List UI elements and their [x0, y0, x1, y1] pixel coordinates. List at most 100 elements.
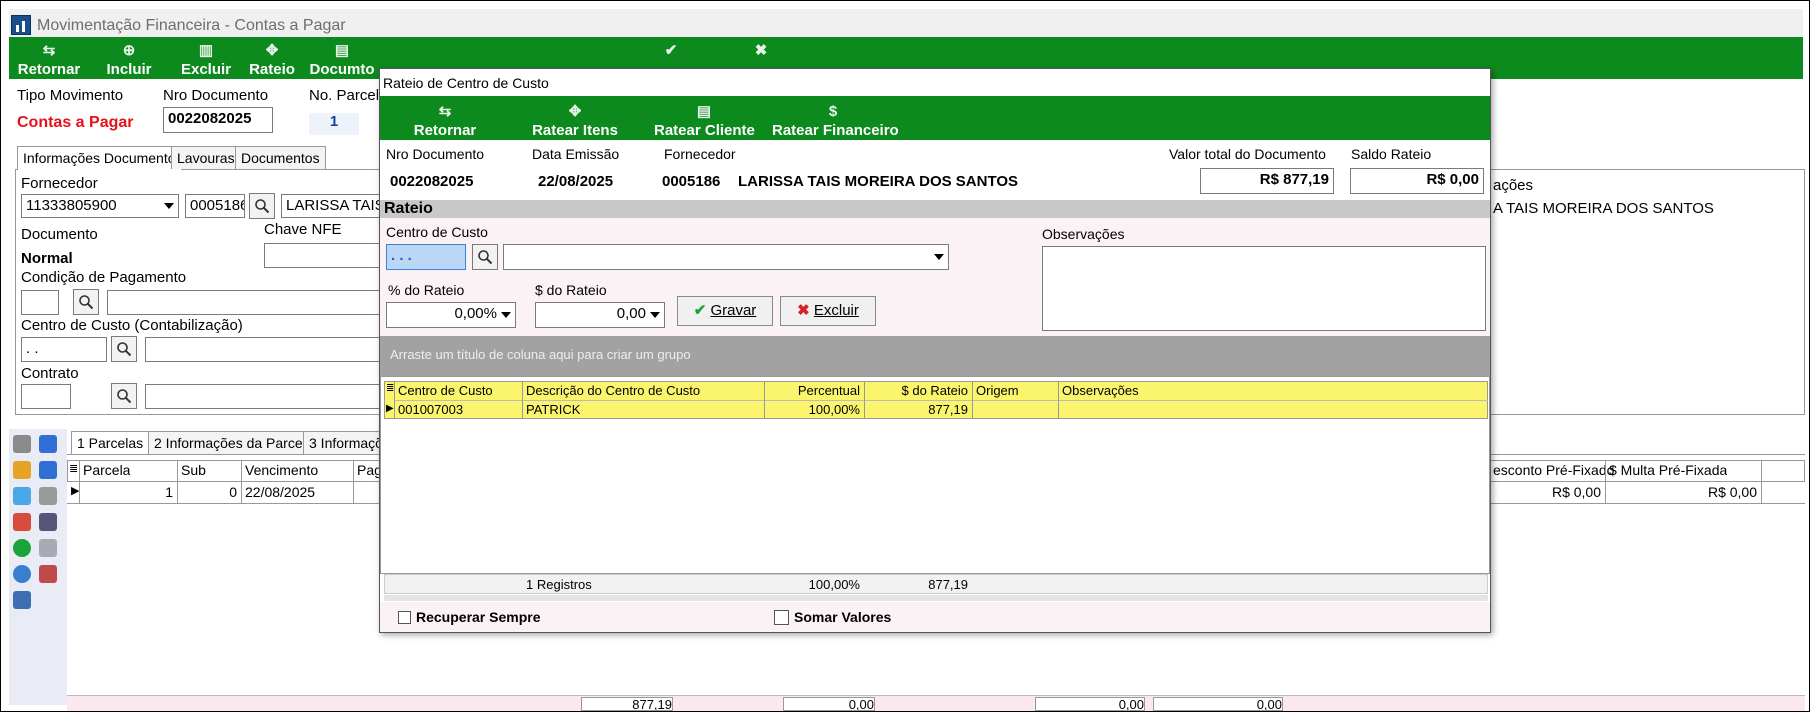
col-origem[interactable]: Origem — [976, 383, 1019, 398]
parcela-value: 1 — [309, 113, 359, 135]
search-icon — [79, 295, 94, 310]
somar-valores-checkbox[interactable] — [774, 610, 789, 625]
grid-header-divider — [394, 400, 1488, 401]
vencimento-cell[interactable]: 22/08/2025 — [245, 484, 315, 500]
tab-informacoes-3[interactable]: 3 Informaçõ — [303, 431, 389, 455]
centro-cell[interactable]: 001007003 — [398, 402, 463, 417]
recuperar-sempre-checkbox[interactable] — [398, 611, 411, 624]
documento-button[interactable]: ▤ Documto — [307, 41, 377, 78]
centro-custo-dialog-search-button[interactable] — [472, 244, 498, 270]
list-icon[interactable] — [39, 435, 57, 453]
col-observacoes[interactable]: Observações — [1062, 383, 1139, 398]
saldo-rateio-value: R$ 0,00 — [1350, 168, 1484, 194]
tab-lavouras[interactable]: Lavouras — [171, 146, 241, 169]
excluir-button[interactable]: ▥ Excluir — [177, 41, 235, 78]
centro-custo-dialog-label: Centro de Custo — [386, 224, 488, 240]
footer-bar — [67, 695, 1805, 711]
fornecedor-name-input[interactable]: LARISSA TAIS I — [281, 194, 381, 218]
retornar-button[interactable]: ⇆ Retornar — [17, 41, 81, 78]
excluir-dialog-button[interactable]: ✖ Excluir — [780, 296, 876, 326]
observacoes-label-right: ações — [1493, 177, 1534, 194]
tab-documentos[interactable]: Documentos — [235, 146, 326, 169]
dialog-retornar-button[interactable]: ⇆ Retornar — [410, 102, 480, 139]
horizontal-scrollbar[interactable] — [384, 595, 1488, 601]
parcela-cell[interactable]: 1 — [83, 484, 173, 500]
valor-rateio-input[interactable]: 0,00 — [535, 302, 665, 328]
centro-custo-dialog-select[interactable] — [503, 244, 949, 270]
condicao-search-button[interactable] — [73, 289, 99, 315]
ratear-financeiro-button[interactable]: $ Ratear Financeiro — [772, 102, 899, 139]
condicao-code-input[interactable] — [21, 290, 59, 315]
contrato-desc-input[interactable] — [145, 384, 383, 409]
grid-menu-icon[interactable]: ≣ — [69, 462, 79, 475]
close-icon[interactable] — [39, 487, 57, 505]
valor-total-value: R$ 877,19 — [1200, 168, 1334, 194]
confirm-button[interactable]: ✔ — [651, 41, 691, 61]
col-vencimento[interactable]: Vencimento — [245, 462, 318, 478]
list-icon[interactable] — [39, 461, 57, 479]
gravar-button[interactable]: ✔ Gravar — [677, 296, 773, 326]
contrato-search-button[interactable] — [111, 383, 137, 409]
gear-icon[interactable] — [13, 565, 31, 583]
centro-custo-input[interactable]: . . — [21, 337, 107, 362]
fornecedor-cnpj-select[interactable]: 11333805900 — [21, 194, 179, 218]
rateio-button[interactable]: ✥ Rateio — [247, 41, 297, 78]
ratear-cliente-button[interactable]: ▤ Ratear Cliente — [654, 102, 755, 139]
multa-cell[interactable]: R$ 0,00 — [1609, 484, 1757, 500]
col-parcela[interactable]: Parcela — [83, 462, 130, 478]
summary-percentual: 100,00% — [808, 577, 860, 592]
col-percentual[interactable]: Percentual — [768, 383, 860, 398]
col-rateio[interactable]: $ do Rateio — [868, 383, 969, 398]
tab-parcelas[interactable]: 1 Parcelas — [71, 431, 150, 455]
desconto-cell[interactable]: R$ 0,00 — [1493, 484, 1601, 500]
pct-rateio-input[interactable]: 0,00% — [386, 302, 516, 328]
col-multa[interactable]: $ Multa Pré-Fixada — [1609, 462, 1727, 478]
rateio-section-title: Rateio — [384, 200, 433, 217]
grid-divider — [764, 381, 765, 419]
dialog-fornecedor-name: LARISSA TAIS MOREIRA DOS SANTOS — [738, 173, 1019, 190]
percentual-cell[interactable]: 100,00% — [768, 402, 860, 417]
calendar-icon[interactable] — [13, 513, 31, 531]
col-desconto[interactable]: esconto Pré-Fixado — [1493, 462, 1614, 478]
centro-custo-search-button[interactable] — [111, 336, 137, 362]
basket-icon[interactable] — [13, 435, 31, 453]
nro-documento-input[interactable]: 0022082025 — [163, 107, 273, 133]
printer-icon[interactable] — [13, 591, 31, 609]
grid-delete-icon[interactable] — [39, 565, 57, 583]
cancel-button[interactable]: ✖ — [741, 41, 781, 61]
sub-cell[interactable]: 0 — [181, 484, 237, 500]
chevron-down-icon — [164, 203, 174, 209]
contrato-code-input[interactable] — [21, 384, 71, 409]
rateio-cell[interactable]: 877,19 — [868, 402, 968, 417]
col-sub[interactable]: Sub — [181, 462, 206, 478]
col-centro-custo[interactable]: Centro de Custo — [398, 383, 493, 398]
observacoes-dialog-textarea[interactable] — [1042, 246, 1486, 331]
dialog-fornecedor-label: Fornecedor — [664, 146, 736, 162]
footer-total: 0,00 — [783, 697, 875, 711]
centro-custo-desc-input[interactable] — [145, 337, 383, 362]
coins-icon[interactable] — [13, 461, 31, 479]
col-descricao[interactable]: Descrição do Centro de Custo — [526, 383, 700, 398]
chave-nfe-input[interactable] — [264, 243, 384, 268]
tab-informacoes-documento[interactable]: Informações Documento — [17, 146, 182, 170]
database-icon[interactable] — [39, 539, 57, 557]
centro-custo-dialog-input[interactable]: . . . — [386, 244, 466, 270]
fornecedor-code-input[interactable]: 0005186 — [185, 194, 245, 218]
summary-registros: 1 Registros — [526, 577, 592, 592]
search-icon — [478, 250, 493, 265]
descricao-cell[interactable]: PATRICK — [526, 402, 580, 417]
ratear-itens-button[interactable]: ✥ Ratear Itens — [530, 102, 620, 139]
chevron-down-icon — [501, 312, 511, 318]
split-icon: ✥ — [568, 103, 582, 120]
fornecedor-search-button[interactable] — [249, 193, 275, 219]
add-circle-icon[interactable] — [13, 539, 31, 557]
check-icon: ✔ — [664, 42, 678, 59]
drop-icon[interactable] — [13, 487, 31, 505]
plus-circle-icon: ⊕ — [122, 42, 136, 59]
printer-icon[interactable] — [39, 513, 57, 531]
tab-informacoes-parcela[interactable]: 2 Informações da Parcela — [148, 431, 320, 455]
dialog-data-value: 22/08/2025 — [538, 173, 614, 190]
condicao-desc-input[interactable] — [107, 290, 383, 315]
return-icon: ⇆ — [438, 103, 452, 120]
incluir-button[interactable]: ⊕ Incluir — [101, 41, 157, 78]
